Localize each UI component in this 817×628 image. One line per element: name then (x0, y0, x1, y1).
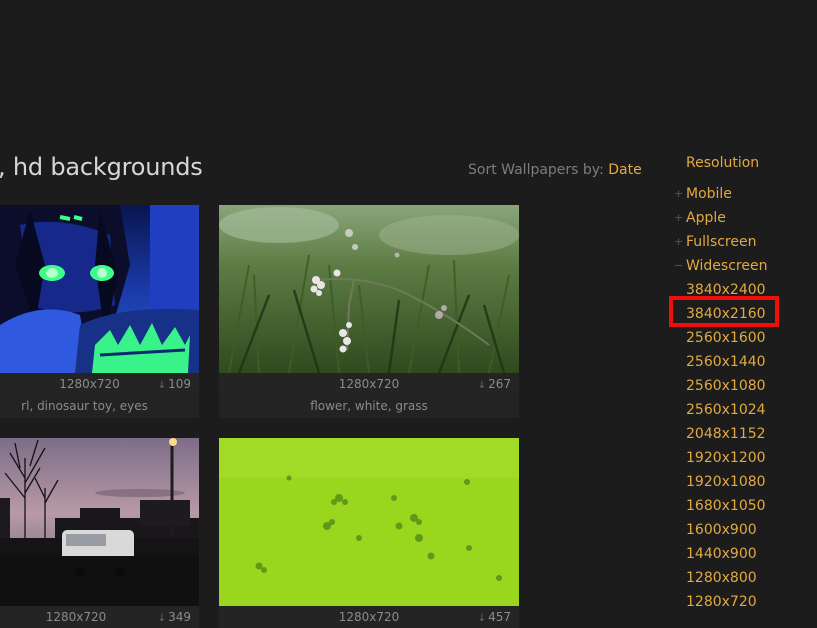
wallpaper-meta: 1280x720 ↓ 267 (219, 373, 519, 395)
category-apple[interactable]: + Apple (674, 210, 726, 226)
wallpaper-thumbnail[interactable] (0, 205, 199, 373)
download-count: ↓ 267 (478, 377, 511, 391)
collapse-minus-icon: − (674, 259, 684, 272)
resolution-link-1680x1050[interactable]: 1680x1050 (686, 498, 766, 514)
wallpaper-thumbnail[interactable] (219, 205, 519, 373)
green-lawn-image (219, 438, 519, 606)
wallpaper-thumbnail[interactable] (219, 438, 519, 606)
sidebar-heading: Resolution (686, 155, 760, 171)
wallpaper-thumbnail[interactable] (0, 438, 199, 606)
wallpaper-card[interactable]: 1280x720 ↓ 109 rl, dinosaur toy, eyes (0, 205, 199, 418)
download-count: ↓ 457 (478, 610, 511, 624)
sort-bar: Sort Wallpapers by: Date (468, 162, 642, 178)
category-label: Apple (686, 210, 726, 226)
wallpaper-meta: 1280x720 ↓ 457 (219, 606, 519, 628)
wallpaper-tags-text[interactable]: rl, dinosaur toy, eyes (0, 399, 169, 413)
wallpaper-meta: 1280x720 ↓ 349 (0, 606, 199, 628)
dusk-street-image (0, 438, 199, 606)
resolution-link-1440x900[interactable]: 1440x900 (686, 546, 757, 562)
wallpaper-resolution[interactable]: 1280x720 (219, 377, 519, 391)
expand-plus-icon: + (674, 211, 684, 224)
download-count-value: 267 (488, 377, 511, 391)
download-count: ↓ 349 (158, 610, 191, 624)
wallpaper-card[interactable]: 1280x720 ↓ 267 flower, white, grass (219, 205, 519, 418)
resolution-link-2560x1024[interactable]: 2560x1024 (686, 402, 766, 418)
wallpaper-meta: 1280x720 ↓ 109 (0, 373, 199, 395)
resolution-link-1280x800[interactable]: 1280x800 (686, 570, 757, 586)
wallpaper-card[interactable]: 1280x720 ↓ 457 (219, 438, 519, 628)
download-arrow-icon: ↓ (157, 380, 167, 391)
resolution-link-1920x1200[interactable]: 1920x1200 (686, 450, 766, 466)
page: , hd backgrounds Sort Wallpapers by: Dat… (0, 0, 817, 628)
download-arrow-icon: ↓ (157, 613, 167, 624)
flower-grass-image (219, 205, 519, 373)
wallpaper-tags-text[interactable]: flower, white, grass (219, 399, 519, 413)
resolution-link-2560x1600[interactable]: 2560x1600 (686, 330, 766, 346)
download-count-value: 349 (168, 610, 191, 624)
resolution-link-1920x1080[interactable]: 1920x1080 (686, 474, 766, 490)
wallpaper-resolution[interactable]: 1280x720 (0, 377, 179, 391)
category-label: Mobile (686, 186, 732, 202)
download-arrow-icon: ↓ (477, 613, 487, 624)
category-mobile[interactable]: + Mobile (674, 186, 732, 202)
sort-option-date[interactable]: Date (608, 162, 641, 178)
resolution-link-1280x720[interactable]: 1280x720 (686, 594, 757, 610)
anime-girl-image (0, 205, 199, 373)
wallpaper-resolution[interactable]: 1280x720 (219, 610, 519, 624)
download-count-value: 457 (488, 610, 511, 624)
page-title: , hd backgrounds (0, 153, 203, 181)
resolution-link-3840x2160[interactable]: 3840x2160 (686, 306, 766, 322)
resolution-link-1600x900[interactable]: 1600x900 (686, 522, 757, 538)
resolution-link-2560x1440[interactable]: 2560x1440 (686, 354, 766, 370)
resolution-link-3840x2400[interactable]: 3840x2400 (686, 282, 766, 298)
download-count-value: 109 (168, 377, 191, 391)
wallpaper-tags: rl, dinosaur toy, eyes (0, 396, 199, 418)
wallpaper-tags: flower, white, grass (219, 396, 519, 418)
expand-plus-icon: + (674, 187, 684, 200)
resolution-link-2048x1152[interactable]: 2048x1152 (686, 426, 766, 442)
expand-plus-icon: + (674, 235, 684, 248)
category-label: Fullscreen (686, 234, 757, 250)
resolution-link-2560x1080[interactable]: 2560x1080 (686, 378, 766, 394)
sort-label: Sort Wallpapers by: (468, 162, 604, 178)
download-arrow-icon: ↓ (477, 380, 487, 391)
category-label: Widescreen (686, 258, 768, 274)
download-count: ↓ 109 (158, 377, 191, 391)
wallpaper-resolution[interactable]: 1280x720 (0, 610, 152, 624)
wallpaper-card[interactable]: 1280x720 ↓ 349 (0, 438, 199, 628)
category-fullscreen[interactable]: + Fullscreen (674, 234, 757, 250)
category-widescreen[interactable]: − Widescreen (674, 258, 768, 274)
